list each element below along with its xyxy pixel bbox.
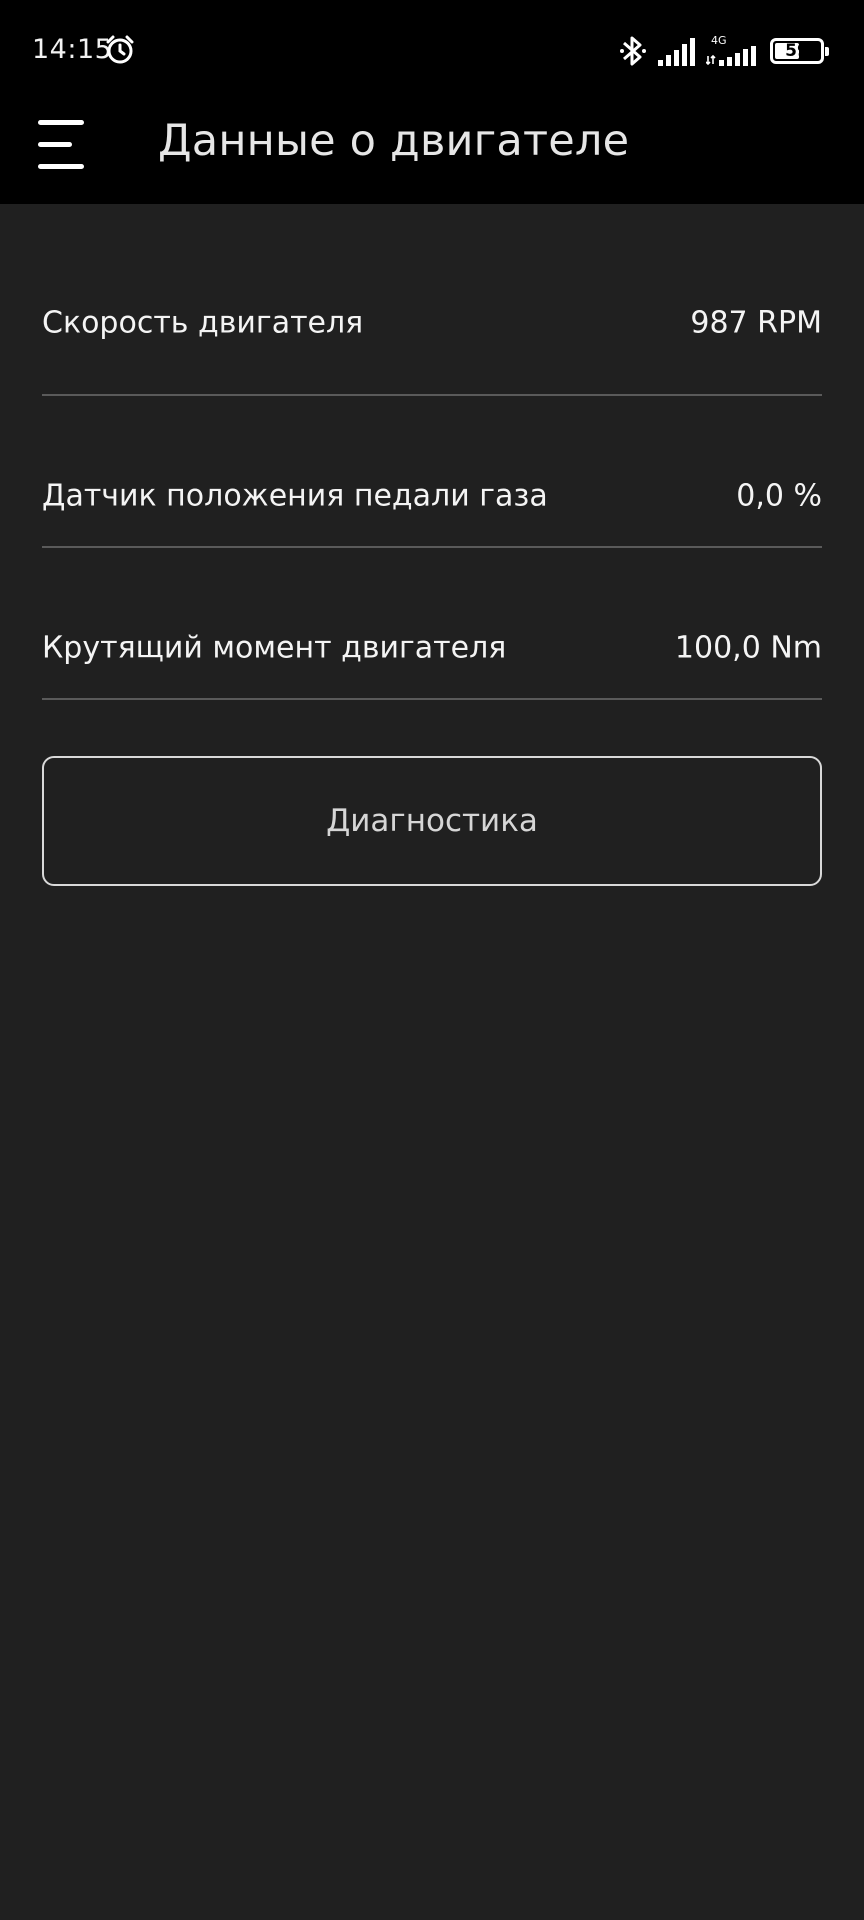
cell-signal-icon bbox=[658, 38, 695, 66]
throttle-pedal-value: 0,0 % bbox=[736, 478, 822, 514]
status-time: 14:15 bbox=[32, 34, 113, 65]
engine-torque-row: Крутящий момент двигателя 100,0 Nm bbox=[42, 548, 822, 700]
app-bar: Данные о двигателе bbox=[0, 96, 864, 204]
engine-data-list: Скорость двигателя 987 RPM Датчик положе… bbox=[42, 204, 822, 886]
cell-signal-4g-icon bbox=[706, 46, 756, 66]
engine-torque-label: Крутящий момент двигателя bbox=[42, 630, 507, 666]
engine-speed-label: Скорость двигателя bbox=[42, 305, 364, 341]
battery-percent: 59 bbox=[785, 41, 809, 61]
hamburger-menu-icon[interactable] bbox=[36, 118, 90, 172]
battery-icon: 59 bbox=[770, 38, 829, 64]
engine-speed-value: 987 RPM bbox=[690, 305, 822, 341]
throttle-pedal-label: Датчик положения педали газа bbox=[42, 478, 548, 514]
diagnostics-button[interactable]: Диагностика bbox=[42, 756, 822, 886]
page-title: Данные о двигателе bbox=[158, 116, 630, 166]
alarm-clock-icon bbox=[106, 35, 134, 64]
throttle-pedal-row: Датчик положения педали газа 0,0 % bbox=[42, 396, 822, 548]
engine-speed-row: Скорость двигателя 987 RPM bbox=[42, 204, 822, 396]
status-bar: 14:15 4G 59 bbox=[0, 0, 864, 96]
engine-torque-value: 100,0 Nm bbox=[674, 630, 822, 666]
bluetooth-icon bbox=[620, 36, 646, 66]
